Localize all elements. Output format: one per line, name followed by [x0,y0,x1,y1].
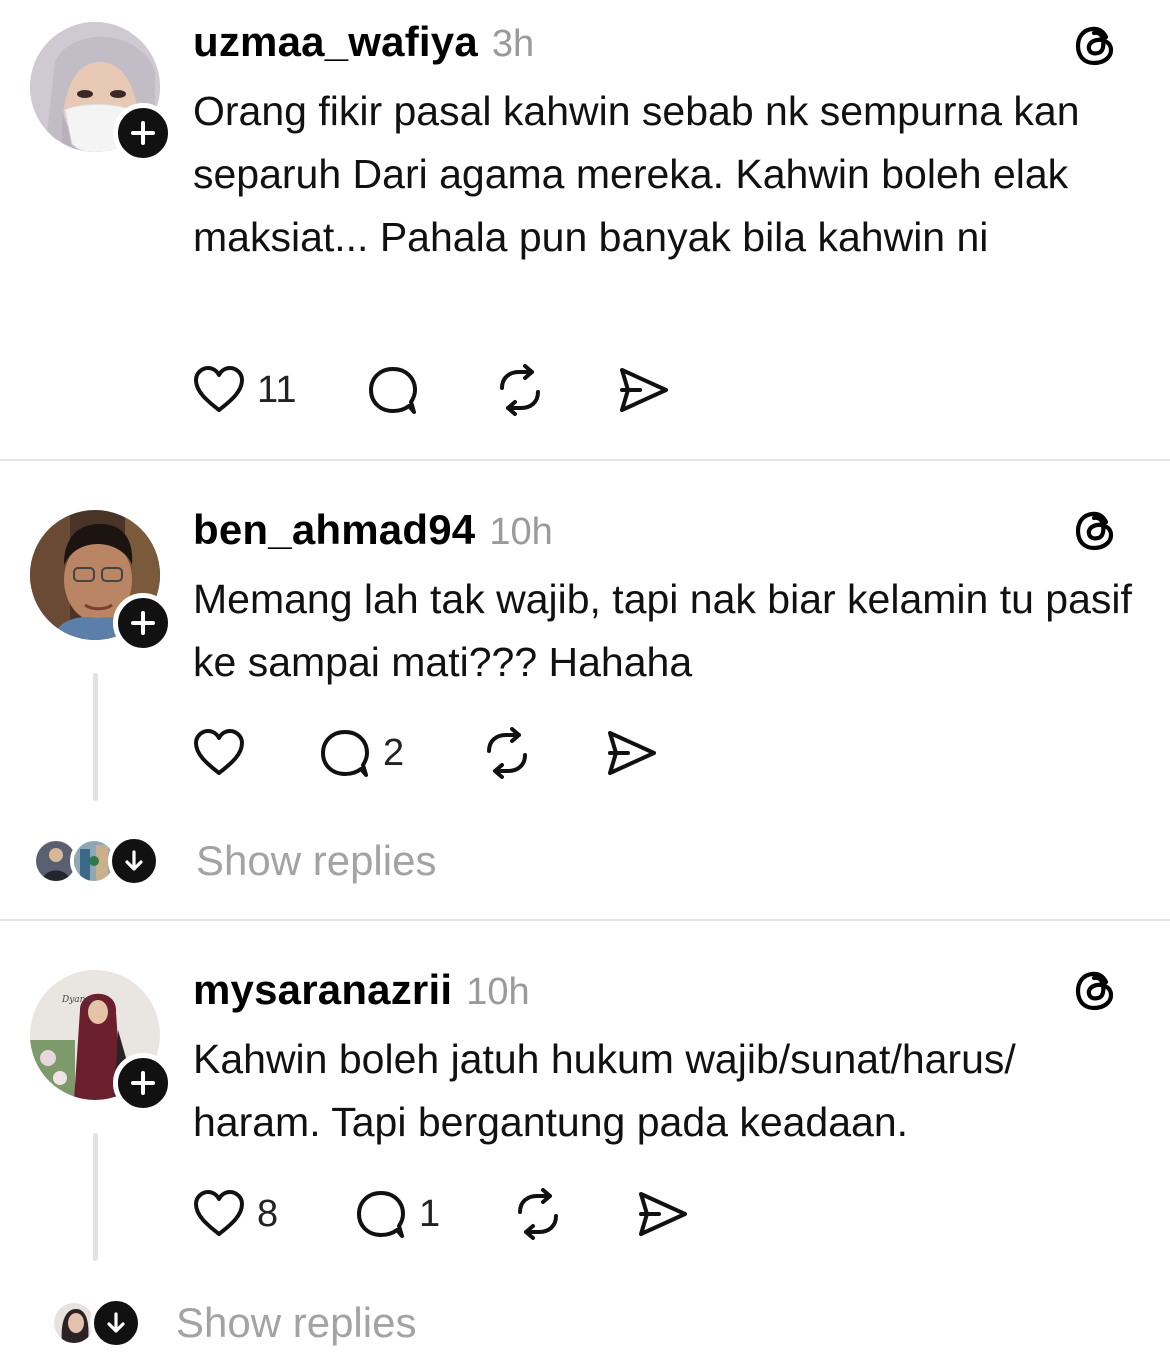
post-header: ben_ahmad94 10h [193,506,553,554]
timestamp: 10h [489,511,553,553]
repost-button[interactable] [512,1188,564,1240]
arrow-down-icon [107,1312,125,1333]
post-text: Orang fikir pasal kahwin sebab nk sempur… [193,88,1080,260]
share-button[interactable] [606,727,658,779]
reply-count: 1 [419,1192,441,1235]
svg-text:Dyanur: Dyanur [61,995,96,1005]
speech-bubble-icon [357,1191,405,1238]
share-button[interactable] [618,364,670,416]
repost-icon [518,1188,558,1240]
thread-line [93,1133,98,1261]
show-replies-label[interactable]: Show replies [196,837,436,885]
show-replies-row[interactable]: Show replies [50,1295,650,1351]
reply-count: 2 [383,731,405,774]
repost-button[interactable] [481,727,533,779]
timestamp: 3h [491,23,535,65]
post-2: ben_ahmad94 10h Memang lah tak wajib, ta… [0,461,1170,919]
post-text: Kahwin boleh jatuh hukum wajib/sunat/har… [193,1036,1016,1145]
heart-icon [194,1190,244,1236]
send-icon [639,1192,687,1236]
reply-button[interactable] [367,364,419,416]
plus-icon [131,121,155,145]
send-icon [620,368,668,412]
like-button[interactable]: 8 [193,1189,278,1239]
post-header: uzmaa_wafiya 3h [193,18,534,66]
follow-button[interactable] [113,103,173,163]
timestamp: 10h [466,971,530,1013]
follow-button[interactable] [113,1053,173,1113]
threads-logo-icon[interactable] [1073,507,1121,555]
post-header: mysaranazrii 10h [193,966,530,1014]
post-text: Memang lah tak wajib, tapi nak biar kela… [193,576,1132,685]
send-icon [608,731,656,775]
threads-logo-icon[interactable] [1073,22,1121,70]
show-replies-row[interactable]: Show replies [30,833,630,889]
thread-line [93,673,98,801]
follow-button[interactable] [113,593,173,653]
show-replies-badge [108,835,160,887]
username[interactable]: ben_ahmad94 [193,506,475,554]
username[interactable]: mysaranazrii [193,966,452,1014]
speech-bubble-icon [369,367,417,414]
heart-icon [194,366,244,412]
repost-button[interactable] [494,364,546,416]
plus-icon [131,1071,155,1095]
share-button[interactable] [637,1188,689,1240]
reply-button[interactable]: 1 [355,1188,440,1240]
like-button[interactable]: 11 [193,365,296,415]
arrow-down-icon [125,850,143,871]
repost-icon [487,727,527,779]
like-count: 8 [257,1192,279,1235]
plus-icon [131,611,155,635]
heart-icon [194,729,244,775]
post-3: Dyanur mysaranazrii 10h Kahwin boleh jat… [0,921,1170,1370]
show-replies-label[interactable]: Show replies [176,1299,416,1347]
username[interactable]: uzmaa_wafiya [193,18,478,66]
show-replies-badge [90,1297,142,1349]
reply-button[interactable]: 2 [319,727,404,779]
threads-logo-icon[interactable] [1073,967,1121,1015]
repost-icon [500,364,540,416]
speech-bubble-icon [321,730,369,777]
post-1: uzmaa_wafiya 3h Orang fikir pasal kahwin… [0,0,1170,460]
like-count: 11 [257,368,297,411]
like-button[interactable] [193,728,257,778]
